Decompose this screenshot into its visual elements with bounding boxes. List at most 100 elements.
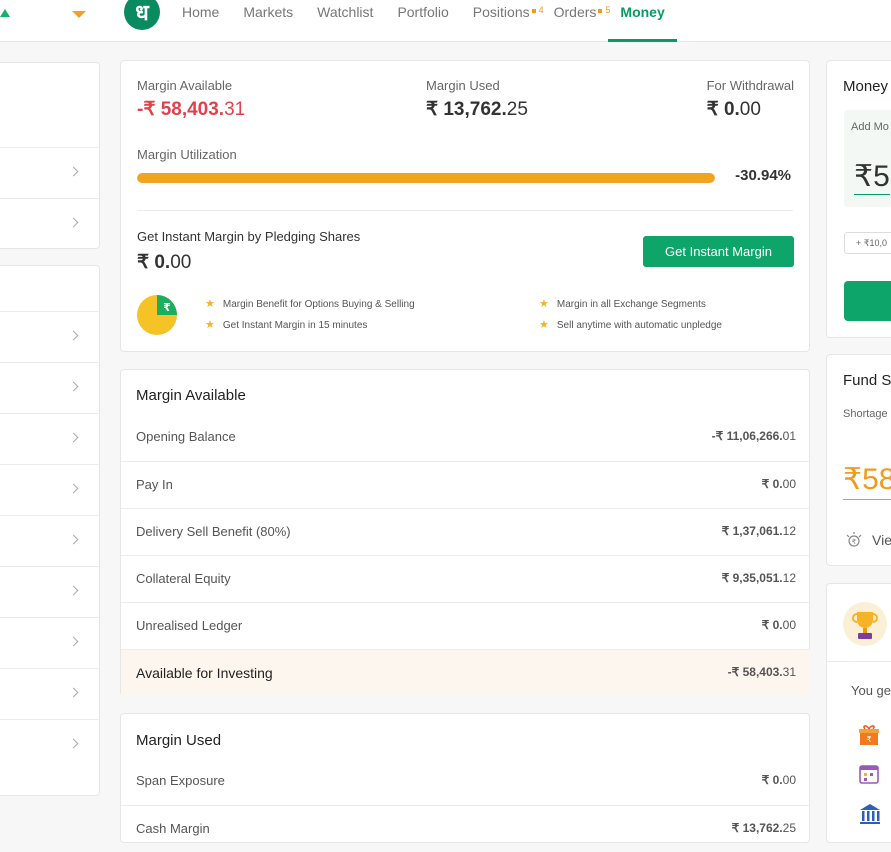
pledge-amount-dec: 00 bbox=[170, 252, 192, 273]
chevron-right-icon bbox=[68, 381, 79, 392]
margin-available-int: -₹ 58,403. bbox=[137, 99, 225, 120]
shortage-value: ₹58 bbox=[843, 462, 891, 500]
amount-input[interactable]: ₹5 bbox=[854, 159, 890, 195]
left-menu-item[interactable] bbox=[0, 617, 99, 668]
add-money-box: Add Mo ₹5 bbox=[844, 110, 891, 207]
row-value-int: ₹ 0. bbox=[761, 618, 783, 632]
withdrawal-int: ₹ 0. bbox=[706, 99, 740, 120]
margin-available-label: Margin Available bbox=[137, 78, 233, 93]
divider bbox=[137, 210, 793, 211]
benefit-text: Get Instant Margin in 15 minutes bbox=[222, 320, 368, 331]
row-value: ₹ 0.00 bbox=[762, 618, 796, 632]
row-value-dec: 25 bbox=[782, 821, 796, 835]
benefit-item: ★ Get Instant Margin in 15 minutes bbox=[205, 318, 367, 331]
left-menu-item[interactable] bbox=[0, 311, 99, 362]
table-row-total: Available for Investing -₹ 58,403.31 bbox=[121, 649, 810, 696]
margin-used-label: Margin Used bbox=[426, 78, 500, 93]
left-menu-item[interactable] bbox=[0, 147, 99, 198]
row-label: Delivery Sell Benefit (80%) bbox=[136, 524, 291, 539]
view-link[interactable]: Vie bbox=[872, 532, 891, 548]
margin-available-summary: Margin Available -₹ 58,403.31 bbox=[137, 78, 245, 121]
star-icon: ★ bbox=[205, 319, 215, 331]
left-menu-item[interactable] bbox=[0, 198, 99, 249]
table-row: Pay In ₹ 0.00 bbox=[121, 461, 810, 508]
app-logo[interactable]: ध bbox=[124, 0, 160, 30]
left-menu-item[interactable] bbox=[0, 464, 99, 515]
main-nav: Home Markets Watchlist Portfolio Positio… bbox=[170, 0, 678, 42]
nav-orders[interactable]: Orders 5 bbox=[542, 0, 611, 42]
row-label: Available for Investing bbox=[136, 665, 273, 681]
chevron-right-icon bbox=[68, 432, 79, 443]
row-value-dec: 31 bbox=[782, 665, 796, 679]
row-label: Collateral Equity bbox=[136, 571, 231, 586]
bank-icon bbox=[860, 804, 880, 824]
chevron-right-icon bbox=[68, 585, 79, 596]
margin-used-summary: Margin Used ₹ 13,762.25 bbox=[426, 78, 528, 121]
star-icon: ★ bbox=[539, 319, 549, 331]
row-value-int: ₹ 9,35,051. bbox=[721, 571, 783, 585]
star-icon: ★ bbox=[205, 298, 215, 310]
row-value-int: -₹ 58,403. bbox=[727, 665, 783, 679]
margin-available-dec: 31 bbox=[224, 99, 246, 120]
nav-markets-label: Markets bbox=[243, 4, 294, 20]
nav-markets[interactable]: Markets bbox=[231, 0, 305, 42]
left-menu-item[interactable] bbox=[0, 413, 99, 464]
withdrawal-dec: 00 bbox=[739, 99, 761, 120]
left-menu-item[interactable] bbox=[0, 515, 99, 566]
benefit-text: Sell anytime with automatic unpledge bbox=[556, 320, 722, 331]
chevron-right-icon bbox=[68, 330, 79, 341]
margin-available-title: Margin Available bbox=[136, 387, 246, 404]
fund-title: Fund S bbox=[843, 372, 891, 389]
row-value: ₹ 0.00 bbox=[762, 773, 796, 787]
margin-used-dec: 25 bbox=[506, 99, 528, 120]
left-menu-card-bottom bbox=[0, 265, 100, 796]
chevron-right-icon bbox=[68, 217, 79, 228]
row-label: Opening Balance bbox=[136, 429, 236, 444]
margin-utilization-value: -30.94% bbox=[735, 167, 791, 184]
nav-portfolio[interactable]: Portfolio bbox=[385, 0, 460, 42]
get-instant-margin-button[interactable]: Get Instant Margin bbox=[643, 236, 794, 267]
quick-add-chip[interactable]: + ₹10,0 bbox=[844, 232, 891, 254]
margin-used-card: Margin Used Span Exposure ₹ 0.00 Cash Ma… bbox=[120, 713, 810, 843]
fund-shortage-card: Fund S Shortage ₹58 ₹ Vie bbox=[826, 354, 891, 566]
table-row: Span Exposure ₹ 0.00 bbox=[121, 758, 810, 805]
nav-positions-label: Positions bbox=[472, 4, 530, 20]
shortage-label: Shortage bbox=[843, 408, 888, 420]
row-label: Pay In bbox=[136, 477, 173, 492]
row-value-dec: 12 bbox=[782, 571, 796, 585]
add-money-card: Money Add Mo ₹5 + ₹10,0 bbox=[826, 60, 891, 338]
row-label: Unrealised Ledger bbox=[136, 618, 243, 633]
nav-money[interactable]: Money bbox=[608, 0, 678, 42]
view-details-icon: ₹ bbox=[846, 532, 862, 547]
nav-positions[interactable]: Positions 4 bbox=[461, 0, 544, 42]
left-menu-item[interactable] bbox=[0, 362, 99, 413]
row-value: ₹ 0.00 bbox=[762, 477, 796, 491]
row-value: ₹ 13,762.25 bbox=[732, 821, 796, 835]
left-menu-item[interactable] bbox=[0, 668, 99, 719]
benefit-item: ★ Margin in all Exchange Segments bbox=[539, 297, 706, 310]
divider bbox=[827, 661, 891, 662]
chevron-right-icon bbox=[68, 738, 79, 749]
nav-money-label: Money bbox=[620, 4, 665, 20]
nav-portfolio-label: Portfolio bbox=[397, 4, 449, 20]
svg-text:₹: ₹ bbox=[852, 538, 857, 546]
left-menu-item[interactable] bbox=[0, 719, 99, 770]
withdrawal-value: ₹ 0.00 bbox=[707, 98, 794, 121]
calendar-icon bbox=[859, 765, 879, 784]
benefit-text: Margin Benefit for Options Buying & Sell… bbox=[222, 299, 415, 310]
dropdown-caret-icon[interactable] bbox=[72, 11, 86, 18]
row-value-dec: 00 bbox=[782, 773, 796, 787]
add-money-button[interactable] bbox=[844, 281, 891, 321]
nav-watchlist[interactable]: Watchlist bbox=[305, 0, 385, 42]
nav-home[interactable]: Home bbox=[170, 0, 231, 42]
row-value-int: -₹ 11,06,266. bbox=[711, 429, 783, 443]
row-value-int: ₹ 0. bbox=[761, 477, 783, 491]
row-value: -₹ 11,06,266.01 bbox=[712, 429, 796, 443]
pledge-amount-int: ₹ 0. bbox=[137, 252, 171, 273]
trophy-icon bbox=[843, 602, 887, 646]
margin-available-card: Margin Available Opening Balance -₹ 11,0… bbox=[120, 369, 810, 696]
svg-text:₹: ₹ bbox=[866, 735, 871, 744]
left-menu-item[interactable] bbox=[0, 566, 99, 617]
margin-available-value: -₹ 58,403.31 bbox=[137, 98, 245, 121]
row-label: Cash Margin bbox=[136, 821, 210, 836]
